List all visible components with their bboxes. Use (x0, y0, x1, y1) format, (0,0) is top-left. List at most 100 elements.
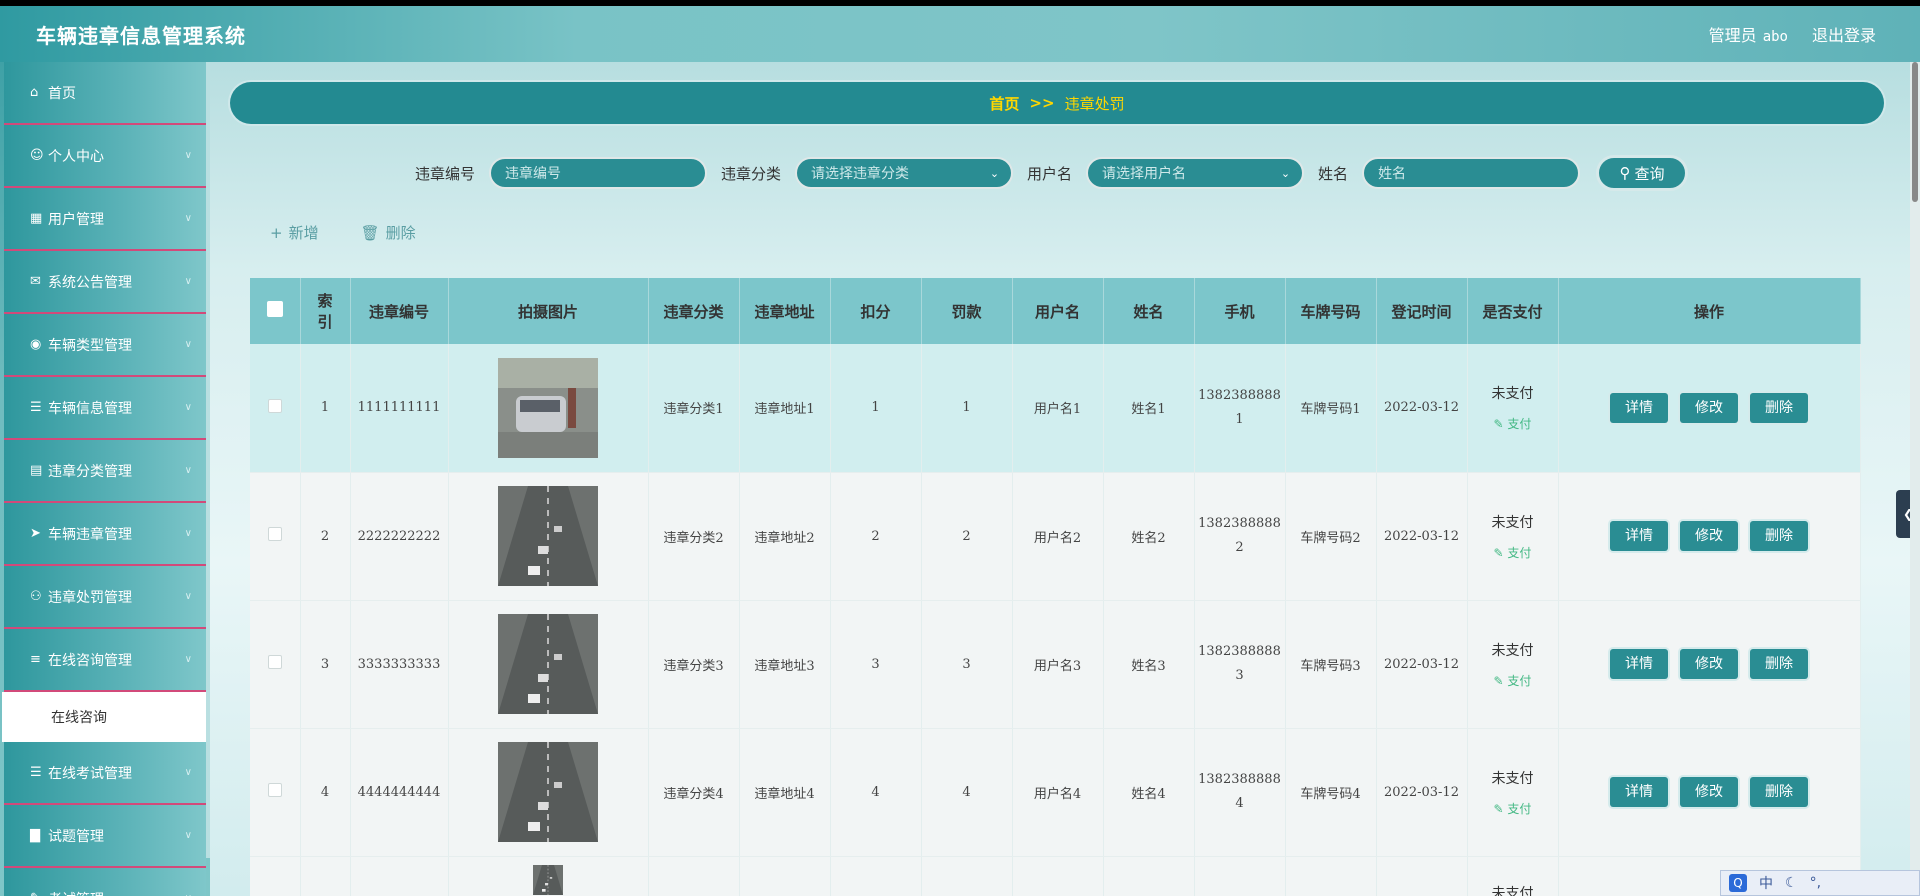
sidebar-item[interactable]: ≡ 在线咨询管理 ∨ (4, 629, 206, 692)
violation-photo[interactable] (498, 614, 598, 714)
sidebar-item[interactable]: ➤ 车辆违章管理 ∨ (4, 503, 206, 566)
row-checkbox[interactable] (267, 655, 282, 669)
edit-button[interactable]: 修改 (1680, 392, 1738, 423)
edit-button[interactable]: 修改 (1680, 649, 1738, 679)
column-header-actions: 操作 (1558, 278, 1861, 344)
row-checkbox[interactable] (267, 398, 282, 413)
sidebar-item[interactable]: ◉ 车辆类型管理 ∨ (4, 314, 206, 377)
send-icon: ➤ (30, 526, 41, 541)
cell-fine: 3 (921, 600, 1013, 729)
cell-plate: 车牌号码2 (1285, 472, 1377, 601)
sidebar-item[interactable]: ✉ 系统公告管理 ∨ (4, 251, 206, 314)
row-checkbox-cell (250, 600, 301, 729)
add-button[interactable]: + 新增 (270, 222, 319, 243)
cell-address: 违章地址3 (739, 600, 831, 729)
ime-mode[interactable]: 中 (1759, 873, 1773, 893)
column-header-photo: 拍摄图片 (448, 278, 649, 344)
search-input-name-placeholder: 姓名 (1378, 166, 1407, 182)
cell-points: 3 (830, 600, 922, 729)
violation-photo[interactable] (498, 357, 598, 458)
row-checkbox[interactable] (267, 527, 282, 541)
grid-icon: ▦ (30, 211, 43, 226)
pay-status: 未支付 (1491, 386, 1534, 403)
cell-phone: 1382388888 2 (1194, 472, 1286, 601)
page-scrollbar-thumb[interactable] (1912, 62, 1918, 202)
sidebar-item-label: 车辆信息管理 (48, 400, 132, 417)
page-scrollbar[interactable] (1910, 62, 1920, 896)
sidebar-item[interactable]: ▦ 用户管理 ∨ (4, 188, 206, 251)
search-select-username[interactable]: 请选择用户名 ⌄ (1086, 157, 1305, 189)
row-checkbox-cell (250, 472, 301, 601)
cell-phone: 1382388888 1 (1194, 344, 1286, 473)
search-button[interactable]: ⚲ 查询 (1596, 155, 1689, 191)
search-label-category: 违章分类 (721, 164, 782, 183)
table-row[interactable]: 4 4444444444 违章分类4 违章地址4 4 4 用户名4 姓名4 1382388888… (250, 728, 1861, 857)
pay-status: 未支付 (1491, 885, 1534, 896)
sidebar-subitem-online-consult[interactable]: 在线咨询 (2, 692, 206, 742)
violation-photo[interactable] (498, 742, 598, 842)
sidebar-item-label: 在线咨询管理 (48, 652, 132, 669)
pay-link[interactable]: ✎ 支付 (1468, 544, 1558, 561)
pay-link[interactable]: ✎ 支付 (1468, 672, 1558, 689)
admin-label: 管理员 abo (1709, 22, 1788, 46)
cell-partial (1285, 856, 1377, 896)
cell-index: 4 (300, 728, 351, 857)
row-checkbox[interactable] (267, 783, 282, 797)
cell-partial (300, 856, 351, 896)
main-content: 首页 >> 违章处罚 违章编号 违章编号 违章分类 请选择违章分类 ⌄ 用户名 请… (210, 62, 1920, 896)
chevron-down-icon: ∨ (184, 591, 192, 602)
sidebar-item[interactable]: ⚇ 违章处罚管理 ∨ (4, 566, 206, 629)
cell-fine: 2 (921, 472, 1013, 601)
detail-button[interactable]: 详情 (1610, 392, 1668, 423)
sidebar-item[interactable]: ▇ 试题管理 ∨ (4, 805, 206, 868)
cell-date: 2022-03-12 (1376, 728, 1468, 857)
username-label: abo (1762, 29, 1788, 45)
detail-button[interactable]: 详情 (1610, 521, 1668, 551)
bar-chart-icon: ▇ (30, 828, 40, 843)
sidebar-item-label: 违章处罚管理 (48, 589, 132, 606)
cell-partial: 未支付 (1467, 856, 1559, 896)
sidebar-item[interactable]: ☰ 车辆信息管理 ∨ (4, 377, 206, 440)
sidebar-item[interactable]: ▤ 违章分类管理 ∨ (4, 440, 206, 503)
select-all-checkbox[interactable] (266, 301, 283, 317)
sidebar-item-label: 车辆违章管理 (48, 526, 132, 543)
cell-code: 2222222222 (350, 472, 449, 601)
pay-link[interactable]: ✎ 支付 (1468, 800, 1558, 817)
delete-button[interactable]: 删除 (1750, 777, 1808, 807)
violation-photo[interactable] (498, 864, 598, 895)
cell-partial (830, 856, 922, 896)
violation-photo[interactable] (498, 486, 598, 586)
batch-delete-button[interactable]: 🗑 删除 (361, 222, 416, 243)
sidebar-item-label: 在线考试管理 (48, 765, 132, 782)
search-input-code[interactable]: 违章编号 (489, 157, 708, 189)
search-form: 违章编号 违章编号 违章分类 请选择违章分类 ⌄ 用户名 请选择用户名 ⌄ 姓名 姓… (210, 153, 1920, 193)
detail-button[interactable]: 详情 (1610, 777, 1668, 807)
sidebar-item[interactable]: ☰ 在线考试管理 ∨ (4, 742, 206, 805)
delete-button[interactable]: 删除 (1750, 392, 1808, 423)
table-row[interactable]: 未支付 (250, 856, 1861, 896)
table-row[interactable]: 2 2222222222 违章分类2 违章地址2 2 2 用户名2 姓名2 1382388888… (250, 472, 1861, 601)
sidebar-item[interactable]: ✎考试管理∨ (4, 868, 206, 896)
sidebar-item[interactable]: ⌂ 首页 (4, 62, 206, 125)
megaphone-icon: ✉ (30, 274, 41, 289)
edit-button[interactable]: 修改 (1680, 777, 1738, 807)
edit-button[interactable]: 修改 (1680, 521, 1738, 551)
search-input-name[interactable]: 姓名 (1362, 157, 1581, 189)
table-row[interactable]: 1 1111111111 违章分类1 违章地址1 1 1 用户名1 姓名1 1382388888… (250, 344, 1861, 473)
sidebar-item-label: 试题管理 (48, 828, 104, 845)
column-header-category: 违章分类 (648, 278, 740, 344)
cell-partial (739, 856, 831, 896)
detail-button[interactable]: 详情 (1610, 649, 1668, 679)
delete-button[interactable]: 删除 (1750, 649, 1808, 679)
logout-button[interactable]: 退出登录 (1812, 22, 1876, 46)
pay-link[interactable]: ✎ 支付 (1468, 415, 1558, 432)
search-select-category[interactable]: 请选择违章分类 ⌄ (795, 157, 1014, 189)
column-header-date: 登记时间 (1376, 278, 1468, 344)
chevron-down-icon: ∨ (184, 339, 192, 350)
breadcrumb-home[interactable]: 首页 (989, 93, 1019, 114)
batch-delete-label: 删除 (385, 224, 416, 242)
sidebar-item[interactable]: ☺ 个人中心 ∨ (4, 125, 206, 188)
table-row[interactable]: 3 3333333333 违章分类3 违章地址3 3 3 用户名3 姓名3 1382388888… (250, 600, 1861, 729)
pay-link-label: 支付 (1507, 417, 1532, 432)
delete-button[interactable]: 删除 (1750, 521, 1808, 551)
